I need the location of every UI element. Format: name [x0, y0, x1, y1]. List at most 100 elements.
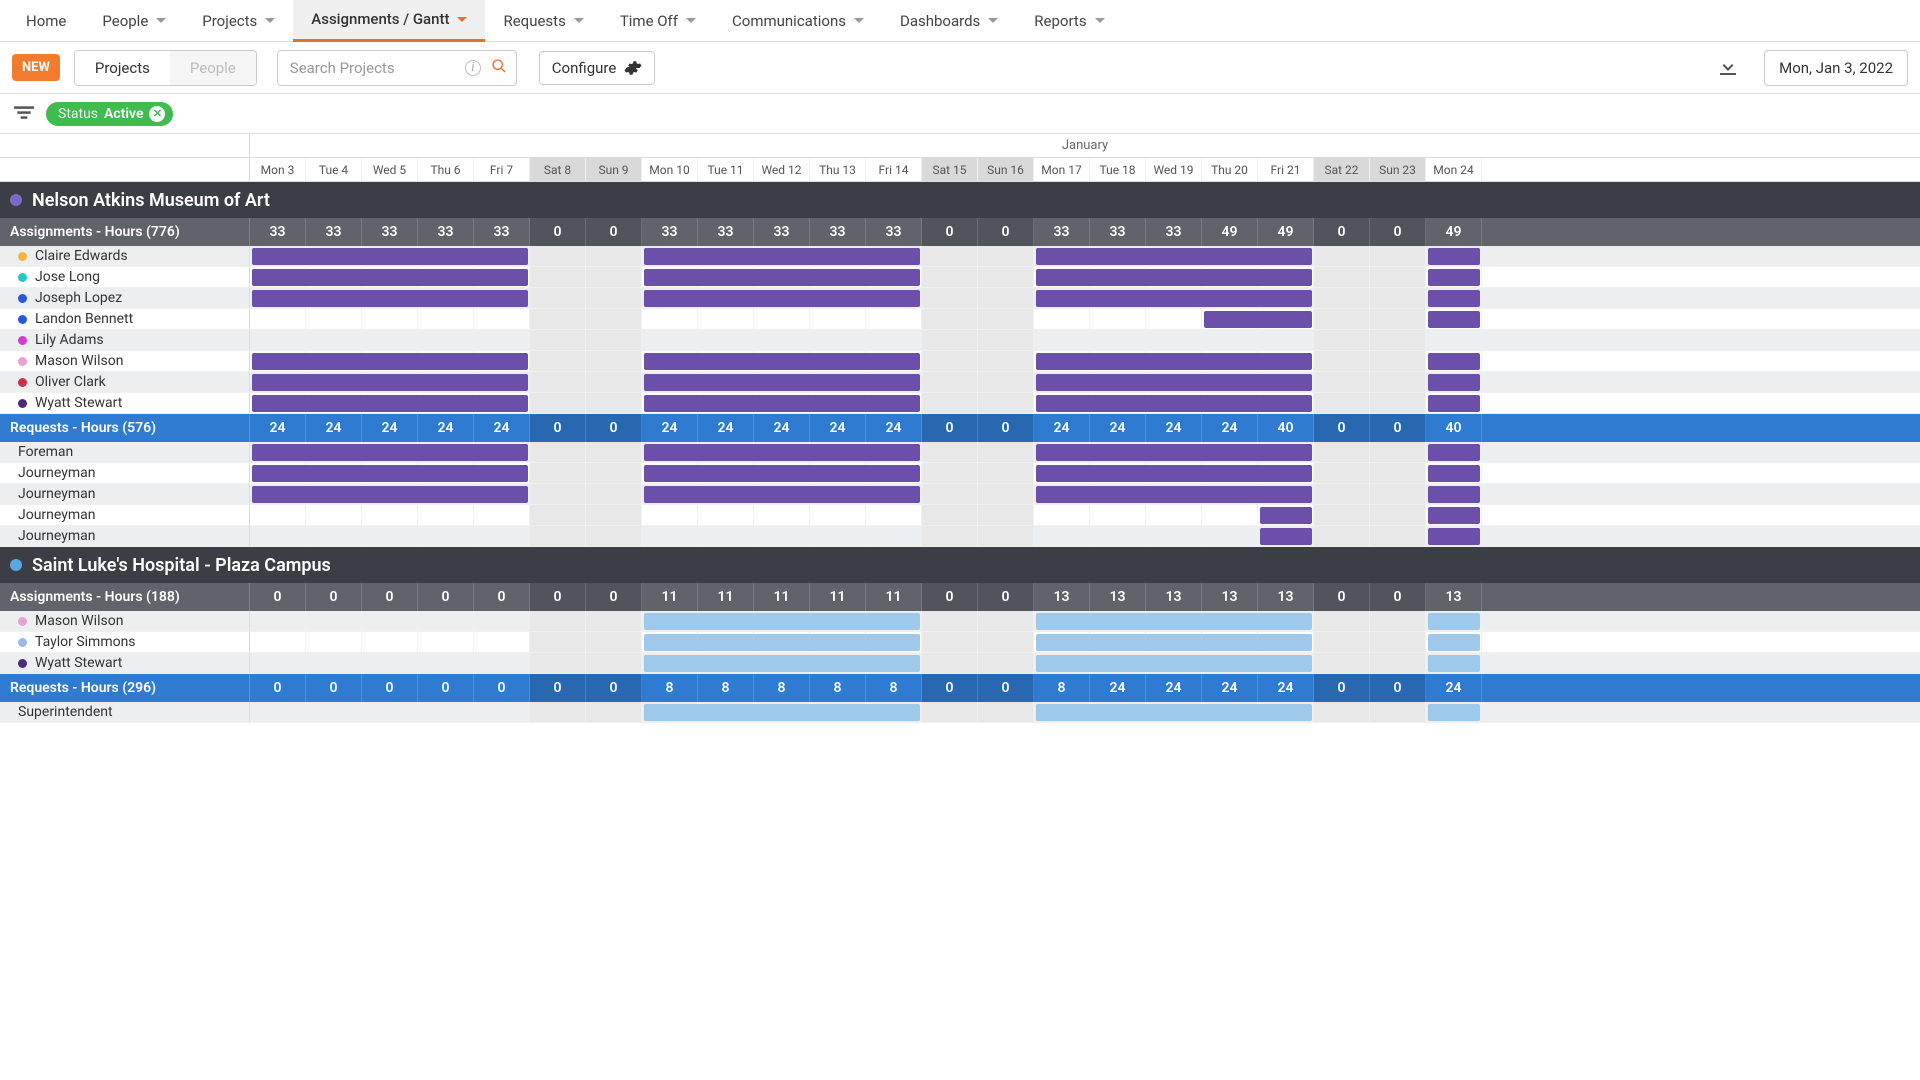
new-button[interactable]: NEW — [12, 54, 60, 81]
gantt-bar[interactable] — [252, 444, 528, 461]
gantt-bar[interactable] — [1428, 269, 1480, 286]
gantt-bar[interactable] — [1036, 290, 1312, 307]
gantt-bar[interactable] — [644, 634, 920, 651]
person-row[interactable]: Taylor Simmons — [0, 632, 1920, 653]
gantt-bar[interactable] — [644, 248, 920, 265]
gantt-bar[interactable] — [644, 395, 920, 412]
gantt-bar[interactable] — [1036, 444, 1312, 461]
date-picker[interactable]: Mon, Jan 3, 2022 — [1764, 50, 1908, 86]
day-cell[interactable]: Thu 6 — [418, 158, 474, 181]
gantt-bar[interactable] — [1036, 704, 1312, 721]
day-cell[interactable]: Sat 15 — [922, 158, 978, 181]
nav-item-requests[interactable]: Requests — [485, 0, 601, 42]
gantt-bar[interactable] — [252, 269, 528, 286]
gantt-bar[interactable] — [1428, 353, 1480, 370]
person-row[interactable]: Mason Wilson — [0, 351, 1920, 372]
gantt-bar[interactable] — [1204, 311, 1312, 328]
gantt-bar[interactable] — [644, 465, 920, 482]
day-cell[interactable]: Fri 21 — [1258, 158, 1314, 181]
requests-header[interactable]: Requests - Hours (296)000000088888008242… — [0, 674, 1920, 702]
project-header[interactable]: Nelson Atkins Museum of Art — [0, 182, 1920, 218]
gantt-bar[interactable] — [1036, 634, 1312, 651]
gantt-bar[interactable] — [252, 374, 528, 391]
gantt-bar[interactable] — [1428, 290, 1480, 307]
gantt-bar[interactable] — [1428, 655, 1480, 672]
gantt-bar[interactable] — [644, 486, 920, 503]
gantt-bar[interactable] — [1428, 374, 1480, 391]
gantt-bar[interactable] — [1428, 248, 1480, 265]
gantt-bar[interactable] — [1260, 507, 1312, 524]
day-cell[interactable]: Thu 13 — [810, 158, 866, 181]
role-row[interactable]: Foreman — [0, 442, 1920, 463]
day-cell[interactable]: Wed 5 — [362, 158, 418, 181]
gantt-bar[interactable] — [1260, 528, 1312, 545]
gantt-bar[interactable] — [644, 269, 920, 286]
day-cell[interactable]: Tue 11 — [698, 158, 754, 181]
role-row[interactable]: Superintendent — [0, 702, 1920, 723]
person-row[interactable]: Oliver Clark — [0, 372, 1920, 393]
gantt-bar[interactable] — [1428, 634, 1480, 651]
gantt-bar[interactable] — [1036, 374, 1312, 391]
gantt-bar[interactable] — [1036, 248, 1312, 265]
gantt-bar[interactable] — [1036, 465, 1312, 482]
gantt-bar[interactable] — [252, 353, 528, 370]
person-row[interactable]: Landon Bennett — [0, 309, 1920, 330]
gantt-bar[interactable] — [252, 465, 528, 482]
day-cell[interactable]: Mon 10 — [642, 158, 698, 181]
assignments-header[interactable]: Assignments - Hours (188)000000011111111… — [0, 583, 1920, 611]
gantt-bar[interactable] — [1428, 613, 1480, 630]
person-row[interactable]: Joseph Lopez — [0, 288, 1920, 309]
person-row[interactable]: Wyatt Stewart — [0, 393, 1920, 414]
gantt-bar[interactable] — [1428, 465, 1480, 482]
day-cell[interactable]: Wed 19 — [1146, 158, 1202, 181]
gantt-bar[interactable] — [1428, 528, 1480, 545]
day-cell[interactable]: Fri 14 — [866, 158, 922, 181]
nav-item-time-off[interactable]: Time Off — [602, 0, 714, 42]
day-cell[interactable]: Sun 16 — [978, 158, 1034, 181]
nav-item-dashboards[interactable]: Dashboards — [882, 0, 1016, 42]
segment-people[interactable]: People — [170, 51, 256, 85]
gantt-bar[interactable] — [1036, 613, 1312, 630]
configure-button[interactable]: Configure — [539, 51, 656, 85]
day-cell[interactable]: Sat 22 — [1314, 158, 1370, 181]
role-row[interactable]: Journeyman — [0, 526, 1920, 547]
day-cell[interactable]: Mon 3 — [250, 158, 306, 181]
gantt-bar[interactable] — [1428, 395, 1480, 412]
gantt-bar[interactable] — [1036, 353, 1312, 370]
nav-item-communications[interactable]: Communications — [714, 0, 882, 42]
nav-item-projects[interactable]: Projects — [184, 0, 293, 42]
gantt-bar[interactable] — [1036, 486, 1312, 503]
status-filter-pill[interactable]: Status Active ✕ — [46, 102, 173, 126]
day-cell[interactable]: Tue 4 — [306, 158, 362, 181]
gantt-bar[interactable] — [252, 486, 528, 503]
day-cell[interactable]: Sun 23 — [1370, 158, 1426, 181]
day-cell[interactable]: Wed 12 — [754, 158, 810, 181]
day-cell[interactable]: Sat 8 — [530, 158, 586, 181]
gantt-bar[interactable] — [1036, 395, 1312, 412]
day-cell[interactable]: Tue 18 — [1090, 158, 1146, 181]
role-row[interactable]: Journeyman — [0, 505, 1920, 526]
gantt-bar[interactable] — [644, 444, 920, 461]
gantt-bar[interactable] — [252, 395, 528, 412]
download-icon[interactable] — [1716, 54, 1744, 82]
gantt-bar[interactable] — [644, 374, 920, 391]
filter-icon[interactable] — [14, 106, 34, 122]
gantt-bar[interactable] — [644, 655, 920, 672]
gantt-bar[interactable] — [1036, 655, 1312, 672]
requests-header[interactable]: Requests - Hours (576)242424242400242424… — [0, 414, 1920, 442]
day-cell[interactable]: Thu 20 — [1202, 158, 1258, 181]
project-header[interactable]: Saint Luke's Hospital - Plaza Campus — [0, 547, 1920, 583]
person-row[interactable]: Claire Edwards — [0, 246, 1920, 267]
nav-item-reports[interactable]: Reports — [1016, 0, 1122, 42]
gantt-bar[interactable] — [1428, 486, 1480, 503]
person-row[interactable]: Wyatt Stewart — [0, 653, 1920, 674]
person-row[interactable]: Lily Adams — [0, 330, 1920, 351]
day-cell[interactable]: Mon 24 — [1426, 158, 1482, 181]
gantt-bar[interactable] — [1428, 444, 1480, 461]
gantt-bar[interactable] — [1036, 269, 1312, 286]
gantt-bar[interactable] — [644, 290, 920, 307]
gantt-bar[interactable] — [1428, 704, 1480, 721]
nav-item-assignments-gantt[interactable]: Assignments / Gantt — [293, 0, 485, 42]
search-icon[interactable] — [485, 54, 513, 82]
gantt-bar[interactable] — [252, 248, 528, 265]
